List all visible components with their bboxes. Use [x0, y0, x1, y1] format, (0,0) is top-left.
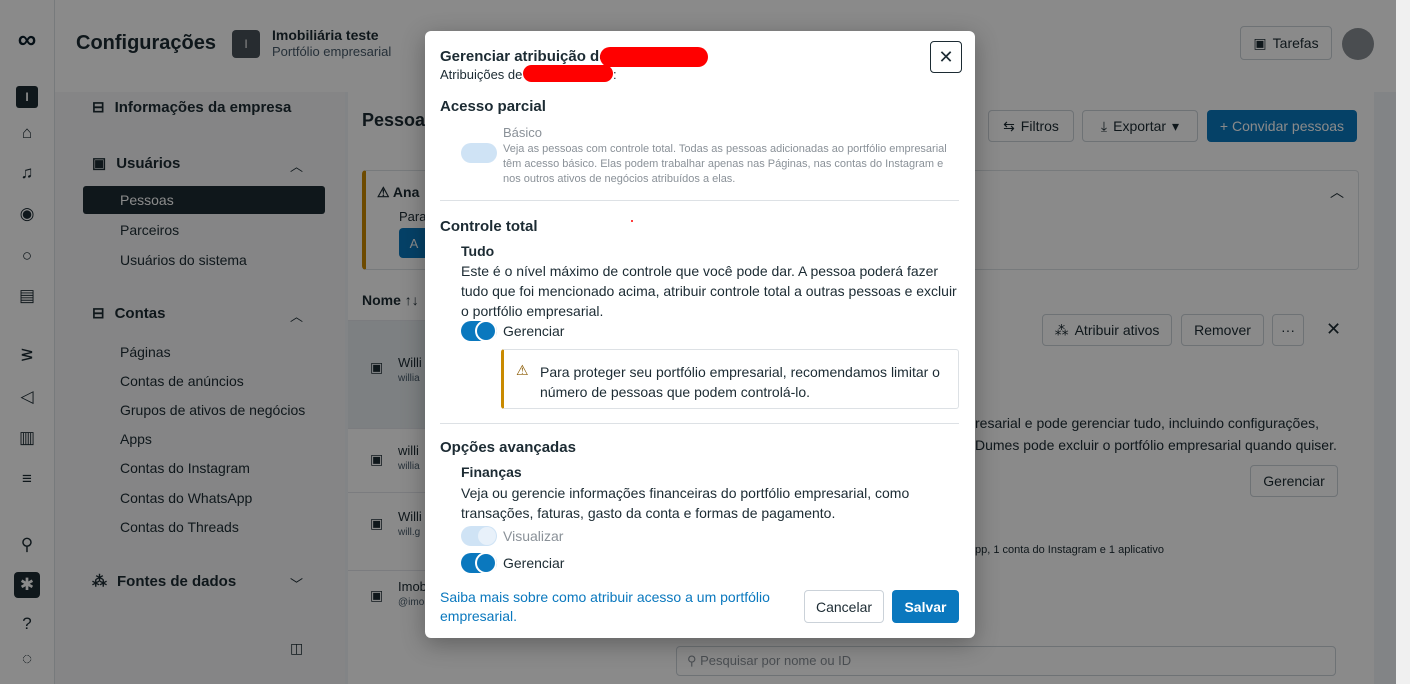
dialog-subtitle-end: :	[613, 67, 617, 82]
basic-toggle	[461, 143, 497, 163]
page-scrollbar[interactable]	[1396, 0, 1410, 684]
finance-description: Veja ou gerencie informações financeiras…	[461, 485, 910, 521]
basic-description: Veja as pessoas com controle total. Toda…	[503, 143, 947, 185]
cancel-button[interactable]: Cancelar	[804, 590, 884, 623]
finance-manage-toggle[interactable]	[461, 553, 497, 573]
finance-manage-label: Gerenciar	[503, 555, 565, 571]
manage-assignment-dialog: Gerenciar atribuição de Atribuições de :…	[425, 31, 975, 638]
close-dialog-button[interactable]: ✕	[930, 41, 962, 73]
save-button[interactable]: Salvar	[892, 590, 959, 623]
dialog-subtitle: Atribuições de	[440, 67, 522, 82]
protection-warning-text: Para proteger seu portfólio empresarial,…	[540, 364, 940, 400]
protection-warning: ⚠ Para proteger seu portfólio empresaria…	[501, 349, 959, 409]
redaction-mark	[523, 65, 613, 82]
full-control-heading: Controle total	[440, 218, 538, 235]
all-label: Tudo	[461, 243, 495, 259]
finance-view-toggle	[461, 526, 497, 546]
full-control-manage-toggle[interactable]	[461, 321, 497, 341]
dialog-subtitle-text: Atribuições de	[440, 67, 523, 82]
advanced-options-heading: Opções avançadas	[440, 439, 576, 456]
redaction-dot	[631, 220, 633, 222]
redaction-mark	[600, 47, 708, 67]
all-description: Este é o nível máximo de controle que vo…	[461, 263, 957, 319]
close-icon: ✕	[938, 46, 954, 67]
section-divider	[440, 423, 959, 424]
finance-view-label: Visualizar	[503, 528, 564, 544]
finance-label: Finanças	[461, 464, 522, 480]
section-divider	[440, 200, 959, 201]
warning-icon: ⚠	[516, 362, 529, 378]
dialog-title: Gerenciar atribuição de	[440, 48, 608, 65]
full-control-manage-label: Gerenciar	[503, 323, 565, 339]
learn-more-link[interactable]: Saiba mais sobre como atribuir acesso a …	[440, 588, 780, 626]
basic-label: Básico	[503, 125, 543, 140]
partial-access-heading: Acesso parcial	[440, 98, 546, 115]
